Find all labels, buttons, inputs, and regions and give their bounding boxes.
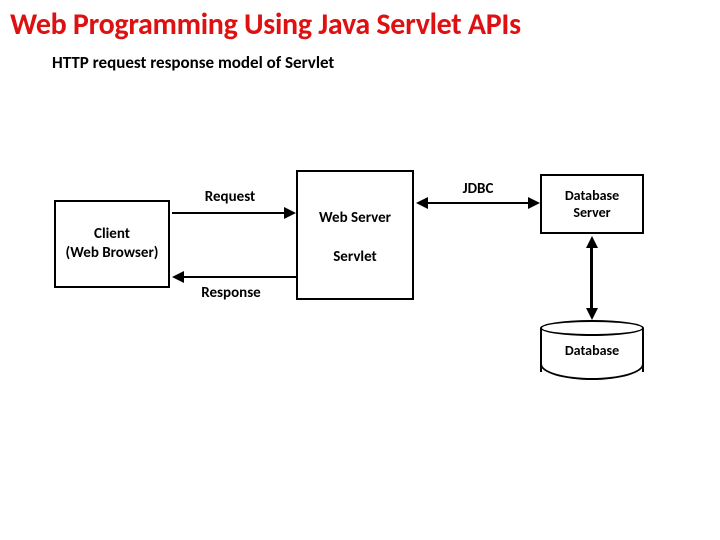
node-database: Database [540, 320, 644, 380]
node-database-label: Database [540, 342, 644, 359]
node-webserver-line1: Web Server [319, 209, 391, 228]
edge-response-line [182, 276, 296, 278]
edge-db-vertical-arrowhead-down [586, 308, 598, 320]
edge-response-label: Response [186, 284, 276, 302]
edge-db-vertical-arrowhead-up [586, 236, 598, 248]
edge-response-arrowhead [172, 271, 184, 283]
node-webserver: Web Server Servlet [296, 170, 414, 300]
edge-jdbc-arrowhead-left [416, 197, 428, 209]
node-database-server-line2: Server [573, 204, 610, 222]
cylinder-bottom [540, 364, 644, 380]
edge-request-arrowhead [284, 207, 296, 219]
node-webserver-line2: Servlet [333, 248, 377, 267]
slide-title: Web Programming Using Java Servlet APIs [10, 6, 521, 43]
node-database-server-line1: Database [565, 187, 619, 205]
edge-request-label: Request [190, 188, 270, 206]
slide-subtitle: HTTP request response model of Servlet [52, 52, 334, 73]
node-client-line2: (Web Browser) [66, 244, 159, 263]
node-client-line1: Client [94, 225, 130, 244]
edge-jdbc-label: JDBC [448, 180, 508, 198]
edge-db-vertical-line [590, 246, 593, 310]
node-database-server: Database Server [540, 174, 644, 234]
edge-jdbc-arrowhead-right [528, 197, 540, 209]
cylinder-top [540, 320, 644, 336]
diagram: Client (Web Browser) Web Server Servlet … [50, 170, 680, 400]
edge-request-line [172, 212, 286, 214]
node-client: Client (Web Browser) [54, 200, 170, 288]
edge-jdbc-line [426, 202, 530, 204]
slide: Web Programming Using Java Servlet APIs … [0, 0, 720, 540]
